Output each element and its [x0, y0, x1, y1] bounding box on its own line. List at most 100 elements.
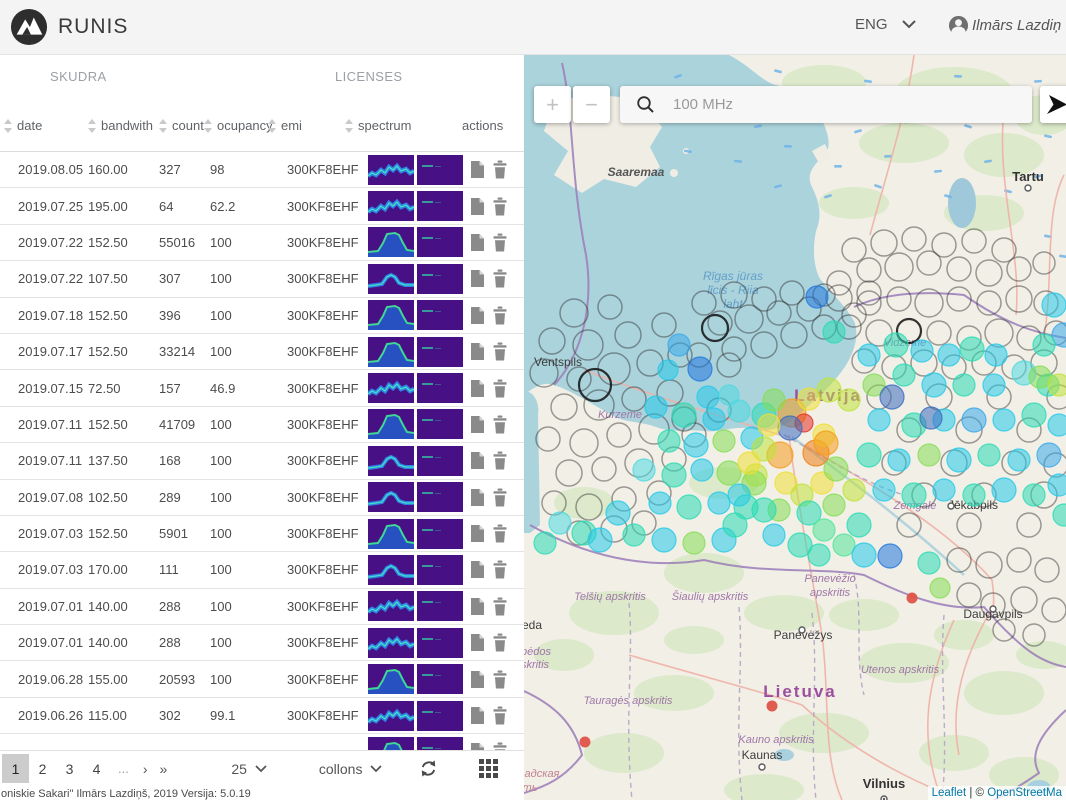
table-row[interactable]: 2019.07.11 152.50 41709 100 300KF8EHF — [0, 407, 524, 444]
coverage-circle[interactable] — [917, 443, 941, 467]
coverage-circle[interactable] — [676, 494, 702, 520]
coverage-circle[interactable] — [812, 518, 836, 542]
red-marker[interactable] — [579, 736, 591, 748]
table-row[interactable]: 2019.07.17 152.50 33214 100 300KF8EHF — [0, 334, 524, 371]
coverage-circle[interactable] — [822, 493, 846, 517]
page-size-select[interactable]: 25 — [231, 761, 267, 777]
user-menu[interactable]: Ilmārs Lazdiņ — [948, 15, 1066, 36]
delete-button[interactable] — [492, 160, 508, 179]
column-header-emi[interactable]: emi — [268, 118, 345, 133]
copy-button[interactable] — [470, 415, 485, 434]
tab-skudra[interactable]: SKUDRA — [50, 69, 107, 84]
waterfall-thumbnail[interactable] — [417, 336, 463, 367]
frequency-search-input[interactable] — [655, 96, 1032, 113]
coverage-circle[interactable] — [822, 320, 846, 344]
coverage-circle[interactable] — [910, 339, 934, 363]
coverage-circle[interactable] — [657, 359, 679, 381]
coverage-circle[interactable] — [727, 399, 751, 423]
table-row[interactable]: 2019.08.05 160.00 327 98 300KF8EHF — [0, 152, 524, 189]
coverage-circle[interactable] — [1022, 483, 1046, 507]
delete-button[interactable] — [492, 451, 508, 470]
coverage-circle[interactable] — [757, 413, 781, 437]
delete-button[interactable] — [492, 342, 508, 361]
coverage-circle[interactable] — [1041, 292, 1066, 318]
red-marker[interactable] — [766, 700, 778, 712]
coverage-circle[interactable] — [856, 442, 882, 468]
coverage-circle[interactable] — [807, 543, 831, 567]
table-row[interactable]: 2019.06.28 155.00 20593 100 300KF8EHF — [0, 661, 524, 698]
coverage-circle[interactable] — [762, 388, 786, 412]
coverage-circle[interactable] — [837, 388, 861, 412]
spectrum-thumbnail[interactable] — [366, 154, 416, 185]
coverage-circle[interactable] — [842, 478, 866, 502]
copy-button[interactable] — [470, 560, 485, 579]
coverage-circle[interactable] — [1047, 373, 1066, 397]
coverage-circle[interactable] — [605, 500, 631, 526]
coverage-circle[interactable] — [932, 478, 956, 502]
table-row[interactable]: 2019.07.03 152.50 5901 100 300KF8EHF — [0, 516, 524, 553]
map-zoom-in-button[interactable]: + — [534, 86, 571, 123]
coverage-circle[interactable] — [671, 402, 697, 428]
table-row[interactable]: 2019.07.22 107.50 307 100 300KF8EHF — [0, 261, 524, 298]
coverage-circle[interactable] — [702, 407, 726, 431]
spectrum-thumbnail[interactable] — [366, 373, 416, 404]
waterfall-thumbnail[interactable] — [417, 518, 463, 549]
spectrum-thumbnail[interactable] — [367, 445, 414, 476]
osm-link[interactable]: OpenStreetMa — [987, 787, 1062, 799]
column-header-spectrum[interactable]: spectrum — [345, 118, 462, 133]
delete-button[interactable] — [492, 524, 508, 543]
language-selector[interactable]: ENG — [855, 16, 916, 33]
coverage-circle[interactable] — [727, 483, 751, 507]
coverage-circle[interactable] — [648, 491, 672, 515]
spectrum-thumbnail[interactable] — [367, 336, 415, 367]
column-header-count[interactable]: count — [159, 118, 204, 133]
waterfall-thumbnail[interactable] — [417, 736, 463, 750]
coverage-circle[interactable] — [992, 408, 1016, 432]
coverage-circle[interactable] — [961, 407, 987, 433]
coverage-circle[interactable] — [883, 332, 909, 358]
coverage-circle[interactable] — [587, 527, 613, 553]
refresh-button[interactable] — [418, 758, 439, 779]
page-button-1[interactable]: 1 — [2, 754, 29, 783]
coverage-circle[interactable] — [667, 333, 691, 357]
table-row[interactable]: 2019.07.01 140.00 288 100 300KF8EHF — [0, 589, 524, 626]
tab-licenses[interactable]: LICENSES — [335, 69, 403, 84]
waterfall-thumbnail[interactable] — [417, 664, 463, 695]
copy-button[interactable] — [470, 742, 485, 750]
coverage-circle[interactable] — [959, 336, 985, 362]
map-canvas[interactable]: Saaremaa TartuRīgas jūras līcis - Riia laht… — [524, 55, 1066, 800]
coverage-circle[interactable] — [1047, 413, 1066, 437]
grid-view-icon[interactable] — [479, 759, 499, 778]
table-row[interactable]: 2019.06.26 115.00 302 99.1 300KF8EHF — [0, 698, 524, 735]
coverage-circle[interactable] — [823, 456, 849, 482]
coverage-circle[interactable] — [952, 373, 976, 397]
copy-button[interactable] — [470, 633, 485, 652]
waterfall-thumbnail[interactable] — [417, 482, 463, 513]
page-button-2[interactable]: 2 — [29, 754, 56, 783]
coverage-circle[interactable] — [977, 443, 1001, 467]
spectrum-thumbnail[interactable] — [366, 700, 416, 731]
map-search-bar[interactable] — [620, 86, 1032, 123]
copy-button[interactable] — [470, 160, 485, 179]
coverage-circle[interactable] — [716, 460, 742, 486]
copy-button[interactable] — [470, 524, 485, 543]
coverage-circle[interactable] — [651, 527, 677, 553]
coverage-circle[interactable] — [777, 415, 803, 441]
waterfall-thumbnail[interactable] — [417, 191, 463, 222]
coverage-circle[interactable] — [1007, 448, 1031, 472]
copy-button[interactable] — [470, 342, 485, 361]
table-row[interactable]: 2019.07.01 140.00 288 100 300KF8EHF — [0, 625, 524, 662]
coverage-circle[interactable] — [857, 343, 881, 367]
sort-icon[interactable] — [88, 118, 96, 133]
coverage-circle[interactable] — [1047, 473, 1066, 497]
spectrum-thumbnail[interactable] — [368, 736, 414, 750]
column-header-date[interactable]: date — [4, 118, 88, 133]
coverage-circle[interactable] — [937, 343, 961, 367]
table-row[interactable]: 2019.07.11 137.50 168 100 300KF8EHF — [0, 443, 524, 480]
delete-button[interactable] — [492, 560, 508, 579]
coverage-circle[interactable] — [877, 543, 903, 569]
coverage-map[interactable]: Saaremaa Tartu Rīgas jūras līcis - Riia laht… — [524, 55, 1066, 800]
map-zoom-out-button[interactable]: − — [573, 86, 610, 123]
coverage-circle[interactable] — [683, 432, 709, 458]
coverage-circle[interactable] — [690, 458, 714, 482]
